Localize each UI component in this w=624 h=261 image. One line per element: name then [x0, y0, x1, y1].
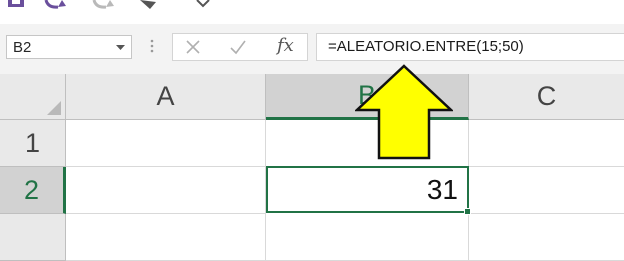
name-box-value: B2: [13, 39, 32, 56]
resize-handle-icon[interactable]: [150, 38, 154, 54]
annotation-arrow-icon: [355, 64, 453, 160]
column-label: A: [156, 81, 175, 111]
cell-c3[interactable]: [469, 214, 624, 261]
cell-c2[interactable]: [469, 167, 624, 214]
save-icon[interactable]: [6, 0, 26, 8]
row-label: 1: [24, 127, 41, 158]
row-header-1[interactable]: 1: [0, 120, 66, 167]
redo-icon[interactable]: [92, 0, 118, 10]
customize-icon[interactable]: [196, 0, 210, 8]
formula-input[interactable]: =ALEATORIO.ENTRE(15;50): [316, 33, 624, 61]
select-all-icon: [47, 101, 61, 115]
cell-a2[interactable]: [66, 167, 266, 214]
select-all-corner[interactable]: [0, 74, 66, 120]
fill-handle[interactable]: [464, 208, 471, 215]
cell-a3[interactable]: [66, 214, 266, 261]
column-label: C: [536, 81, 557, 111]
undo-icon[interactable]: [44, 0, 70, 10]
chevron-down-icon[interactable]: [116, 45, 125, 51]
insert-function-icon[interactable]: fx: [277, 35, 294, 56]
column-header-c[interactable]: C: [469, 74, 624, 120]
formula-tools: fx: [172, 33, 308, 61]
formula-text: =ALEATORIO.ENTRE(15;50): [328, 38, 524, 55]
column-header-a[interactable]: A: [66, 74, 266, 120]
cancel-icon[interactable]: [185, 39, 201, 55]
cell-b3[interactable]: [266, 214, 469, 261]
enter-check-icon[interactable]: [229, 39, 247, 55]
row-header-3[interactable]: [0, 214, 66, 261]
cell-a1[interactable]: [66, 120, 266, 167]
cell-c1[interactable]: [469, 120, 624, 167]
quick-access-toolbar: [0, 0, 624, 24]
paint-icon[interactable]: [136, 0, 162, 10]
name-box[interactable]: B2: [6, 35, 132, 59]
row-label: 2: [23, 174, 40, 205]
row-header-2[interactable]: 2: [0, 167, 66, 214]
cell-value: 31: [426, 174, 458, 205]
active-cell-b2[interactable]: 31: [266, 166, 469, 213]
